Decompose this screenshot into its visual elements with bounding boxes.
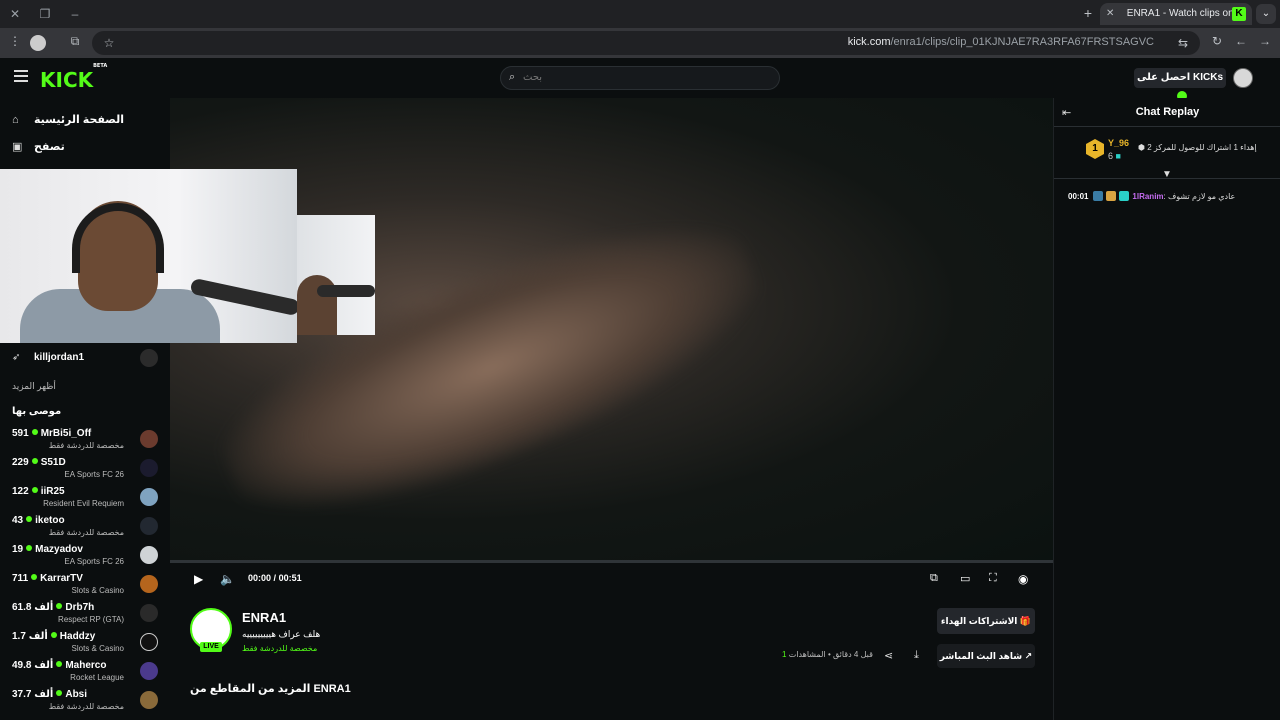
tab-search-icon[interactable]: ⌄ [1256, 4, 1276, 24]
sidebar-item-browse[interactable]: ▣ تصفح [12, 140, 65, 153]
browser-tab-strip: ✕ ❐ – + ✕ ENRA1 - Watch clips on Kick K … [0, 0, 1280, 41]
pinned-gift-leader[interactable]: 1 Y_96 6 ■ ⬢ إهداء 1 اشتراك للوصول للمرك… [1054, 127, 1280, 180]
recommended-channel[interactable]: 1.7 ألف Haddzy Slots & Casino [0, 629, 170, 657]
channel-avatar [140, 633, 158, 651]
recommended-channel[interactable]: 229 S51D EA Sports FC 26 [0, 455, 170, 483]
sub-badge-icon [1119, 191, 1130, 201]
chat-title: Chat Replay [1135, 106, 1200, 118]
following-avatar[interactable] [140, 349, 158, 367]
channel-avatar [140, 459, 158, 477]
sidebar-item-home[interactable]: ⌂ الصفحة الرئيسية [12, 113, 124, 126]
recommended-channel[interactable]: 61.8 ألف Drb7h Respect RP (GTA) [0, 600, 170, 628]
recommended-channel[interactable]: 122 iiR25 Resident Evil Requiem [0, 484, 170, 512]
crown-badge-icon [1105, 191, 1116, 201]
recommended-channel[interactable]: 49.8 ألف Maherco Rocket League [0, 658, 170, 686]
show-more-link[interactable]: أظهر المزيد [12, 381, 56, 392]
channel-avatar [140, 662, 158, 680]
close-window-icon[interactable]: ✕ [6, 5, 24, 23]
pip-icon[interactable]: ⧉ [930, 572, 938, 585]
restore-window-icon[interactable]: ❐ [36, 5, 54, 23]
kick-favicon-icon: K [1232, 7, 1246, 21]
expand-arrow-icon[interactable]: ▼ [1162, 169, 1172, 180]
following-icon: ➶ [12, 352, 21, 363]
following-item[interactable]: ➶ killjordan1 [12, 352, 84, 363]
recommended-channel[interactable]: 37.7 ألف Absi مخصصة للدردشة فقط [0, 687, 170, 715]
channel-avatar [140, 691, 158, 709]
headset [72, 203, 164, 273]
browse-icon: ▣ [12, 141, 23, 153]
address-bar[interactable]: ☆ kick.com/enra1/clips/clip_01KJNJAE7RA3… [92, 31, 1200, 55]
new-tab-icon[interactable]: + [1084, 5, 1092, 21]
pinned-text: ⬢ إهداء 1 اشتراك للوصول للمركز 2 [1138, 143, 1257, 152]
channel-avatar [140, 575, 158, 593]
share-icon[interactable]: ⋖ [884, 649, 893, 662]
profile-avatar-icon[interactable] [30, 35, 46, 51]
recommended-channel[interactable]: 19 Mazyadov EA Sports FC 26 [0, 542, 170, 570]
channel-avatar [140, 517, 158, 535]
browser-tab[interactable]: ✕ ENRA1 - Watch clips on Kick K [1100, 3, 1252, 41]
bookmark-star-icon[interactable]: ☆ [100, 36, 118, 50]
recommended-title: موصى بها [12, 406, 62, 417]
play-icon[interactable]: ▶ [194, 572, 203, 586]
fullscreen-icon[interactable]: ⛶ [989, 572, 997, 585]
pinned-user: Y_96 [1108, 138, 1130, 148]
webcam-overlay [0, 169, 297, 343]
site-header: KICKBETA ⌕ بحث احصل على KICKs [0, 58, 1280, 101]
clip-info: LIVE ENRA1 هلف عراف هيييييييييه مخصصة لل… [170, 596, 1053, 720]
gift-small-icon: ⬢ [1138, 143, 1145, 152]
time-display: 00:00 / 00:51 [248, 573, 302, 583]
search-icon: ⌕ [509, 71, 516, 83]
back-icon[interactable]: ← [1232, 34, 1250, 48]
volume-icon[interactable]: 🔈 [220, 572, 235, 586]
browser-toolbar: ⋮ ⧉ ☆ kick.com/enra1/clips/clip_01KJNJAE… [0, 28, 1280, 58]
live-badge: LIVE [200, 642, 222, 652]
download-icon[interactable]: ⤓ [914, 649, 919, 662]
progress-bar[interactable] [170, 560, 1053, 563]
user-avatar[interactable] [1233, 68, 1253, 88]
rank-badge: 1 [1086, 139, 1104, 159]
clip-title: هلف عراف هيييييييييه [242, 629, 321, 639]
chat-message: 00:01 1lRanim: عادي مو لازم تشوف [1068, 191, 1236, 201]
gift-subs-button[interactable]: الاشتراكات الهداء 🎁 [937, 608, 1035, 634]
menu-dots-icon[interactable]: ⋮ [6, 34, 24, 48]
tab-close-icon[interactable]: ✕ [1106, 3, 1118, 25]
more-clips-heading: المزيد من المقاطع من ENRA1 [190, 683, 351, 695]
kick-logo[interactable]: KICKBETA [40, 63, 107, 92]
minimize-window-icon[interactable]: – [66, 5, 84, 23]
search-input[interactable]: ⌕ بحث [500, 66, 780, 90]
channel-avatar [140, 546, 158, 564]
channel-avatar [140, 488, 158, 506]
playback-speed-icon[interactable]: ◉ [1018, 572, 1028, 586]
external-link-icon: ↗ [1024, 651, 1033, 661]
theater-mode-icon[interactable]: ▭ [960, 572, 970, 585]
player-controls: ▶ 🔈 00:00 / 00:51 ⧉ ▭ ⛶ ◉ [170, 560, 1053, 596]
forward-icon[interactable]: → [1256, 34, 1274, 48]
extensions-icon[interactable]: ⧉ [66, 34, 84, 49]
url-text[interactable]: kick.com/enra1/clips/clip_01KJNJAE7RA3RF… [848, 36, 1154, 48]
webcam-overlay-secondary [297, 215, 375, 335]
home-icon: ⌂ [12, 114, 19, 126]
channel-avatar [140, 604, 158, 622]
reload-icon[interactable]: ↻ [1208, 34, 1226, 48]
channel-name[interactable]: ENRA1 [242, 610, 286, 625]
recommended-channel[interactable]: 43 iketoo مخصصة للدردشة فقط [0, 513, 170, 541]
clip-meta: قبل 4 دقائق • المشاهدات 1 [782, 650, 873, 659]
hamburger-menu-icon[interactable] [14, 70, 28, 82]
clip-category[interactable]: مخصصة للدردشة فقط [242, 644, 317, 653]
chat-panel: ⇤ Chat Replay 1 Y_96 6 ■ ⬢ إهداء 1 اشترا… [1053, 98, 1280, 720]
get-kicks-button[interactable]: احصل على KICKs [1134, 68, 1226, 101]
channel-avatar [140, 430, 158, 448]
watch-live-button[interactable]: شاهد البث المباشر ↗ [937, 644, 1035, 668]
badge-icon [1092, 191, 1103, 201]
recommended-channel[interactable]: 711 KarrarTV Slots & Casino [0, 571, 170, 599]
site-settings-icon[interactable]: ⇆ [1174, 36, 1192, 50]
recommended-channel[interactable]: 591 MrBi5i_Off مخصصة للدردشة فقط [0, 426, 170, 454]
pinned-count: 6 ■ [1108, 151, 1121, 161]
gift-icon: 🎁 [1019, 616, 1032, 626]
